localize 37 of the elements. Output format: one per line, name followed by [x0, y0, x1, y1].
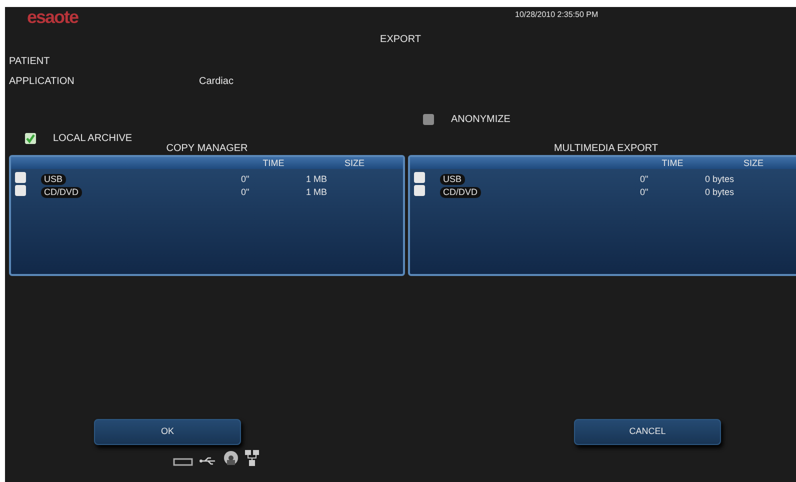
column-header: SIZE — [742, 157, 764, 169]
device-name: USB — [41, 174, 66, 186]
size-value: 0 bytes — [705, 186, 736, 199]
checkbox[interactable] — [15, 172, 26, 183]
panel-title: MULTIMEDIA EXPORT — [552, 142, 660, 155]
checkbox[interactable] — [15, 185, 26, 196]
time-value: 0" — [241, 186, 250, 199]
checkbox[interactable] — [423, 114, 434, 125]
column-header: TIME — [660, 157, 684, 169]
network-icon — [245, 450, 259, 466]
size-value: 0 bytes — [705, 173, 736, 186]
field-label: PATIENT — [9, 54, 51, 68]
checkbox[interactable] — [25, 133, 36, 144]
screen-title: EXPORT — [379, 33, 422, 47]
checkbox-label: LOCAL ARCHIVE — [53, 132, 132, 146]
device-name: CD/DVD — [41, 187, 82, 198]
checkbox-label: ANONYMIZE — [451, 113, 510, 127]
date-time: 10/28/2010 2:35:50 PM — [515, 9, 598, 21]
column-header: SIZE — [343, 157, 366, 169]
logo: esaote — [27, 8, 78, 26]
size-value: 1 MB — [306, 186, 328, 199]
time-value: 0" — [241, 173, 250, 186]
checkbox[interactable] — [414, 172, 425, 183]
panel-title: COPY MANAGER — [165, 142, 249, 155]
drive-icon — [173, 458, 193, 466]
checkbox[interactable] — [414, 185, 425, 196]
field-value: Cardiac — [199, 74, 234, 88]
column-header: TIME — [262, 157, 286, 169]
dialog-button[interactable]: CANCEL — [574, 419, 721, 445]
usb-icon — [199, 456, 217, 466]
device-name: USB — [440, 174, 465, 186]
size-value: 1 MB — [306, 173, 328, 186]
device-name: CD/DVD — [440, 187, 481, 198]
dialog-button[interactable]: OK — [94, 419, 241, 445]
time-value: 0" — [640, 186, 650, 199]
field-label: APPLICATION — [9, 74, 76, 88]
time-value: 0" — [640, 173, 650, 186]
